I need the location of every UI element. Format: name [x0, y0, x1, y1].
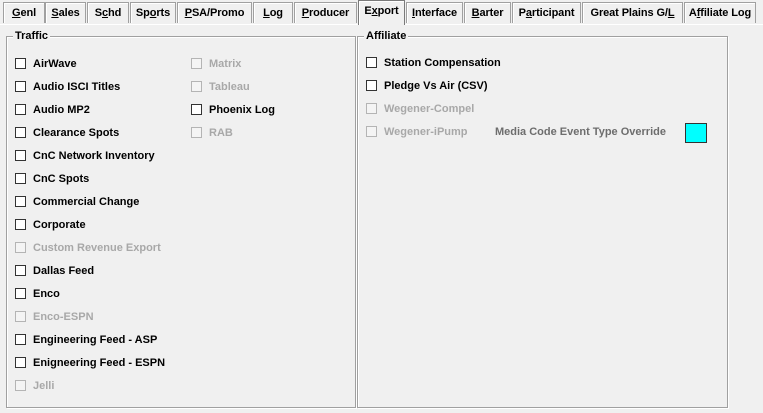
checkbox-label: Commercial Change	[33, 196, 140, 208]
checkbox-box[interactable]	[15, 219, 26, 230]
media-code-color-swatch[interactable]	[685, 123, 707, 143]
checkbox-box[interactable]	[15, 150, 26, 161]
checkbox-box	[366, 126, 377, 137]
checkbox-box	[191, 81, 202, 92]
checkbox-box[interactable]	[15, 127, 26, 138]
checkbox-box[interactable]	[366, 57, 377, 68]
checkbox-label: Wegener-Compel	[384, 103, 475, 115]
checkbox-label: Audio ISCI Titles	[33, 81, 121, 93]
checkbox-label: Enigneering Feed - ESPN	[33, 357, 166, 369]
tab-sports[interactable]: Sports	[130, 2, 176, 23]
media-code-label: Media Code Event Type Override	[495, 126, 666, 138]
tab-log[interactable]: Log	[253, 2, 293, 23]
checkbox-label: Corporate	[33, 219, 86, 231]
checkbox-label: Custom Revenue Export	[33, 242, 161, 254]
checkbox-box[interactable]	[15, 357, 26, 368]
checkbox-label: Enco-ESPN	[33, 311, 94, 323]
checkbox-box[interactable]	[191, 104, 202, 115]
checkbox-box[interactable]	[15, 334, 26, 345]
traffic-group: Traffic AirWave Audio ISCI Titles Audio MP…	[6, 29, 356, 408]
tab-interface[interactable]: Interface	[406, 2, 463, 23]
tab-greatplains[interactable]: Great Plains G/L	[582, 2, 683, 23]
checkbox-box	[191, 58, 202, 69]
tab-barter[interactable]: Barter	[464, 2, 511, 23]
checkbox-box	[366, 103, 377, 114]
checkbox-box[interactable]	[15, 288, 26, 299]
checkbox-box	[191, 127, 202, 138]
checkbox-label: RAB	[209, 127, 233, 139]
tab-producer[interactable]: Producer	[294, 2, 357, 23]
checkbox-box[interactable]	[15, 58, 26, 69]
tab-sales[interactable]: Sales	[45, 2, 86, 23]
checkbox-box	[15, 311, 26, 322]
affiliate-group: Affiliate Station Compensation Pledge Vs …	[357, 29, 728, 408]
checkbox-box[interactable]	[15, 81, 26, 92]
checkbox-label: Wegener-iPump	[384, 126, 468, 138]
tab-participant[interactable]: Participant	[512, 2, 581, 23]
checkbox-box[interactable]	[366, 80, 377, 91]
checkbox-label: CnC Network Inventory	[33, 150, 155, 162]
traffic-group-title: Traffic	[13, 29, 51, 43]
tab-affiliatelog[interactable]: Affiliate Log	[684, 2, 756, 23]
checkbox-label: Audio MP2	[33, 104, 90, 116]
checkbox-box[interactable]	[15, 173, 26, 184]
checkbox-label: Tableau	[209, 81, 250, 93]
checkbox-box	[15, 380, 26, 391]
tab-psa[interactable]: PSA/Promo	[177, 2, 252, 23]
checkbox-label: Engineering Feed - ASP	[33, 334, 158, 346]
tab-export[interactable]: Export	[358, 0, 405, 25]
checkbox-box	[15, 242, 26, 253]
checkbox-label: Jelli	[33, 380, 55, 392]
tab-strip: Genl Sales Schd Sports PSA/Promo Log Producer E…	[0, 0, 763, 25]
checkbox-label: Dallas Feed	[33, 265, 95, 277]
affiliate-group-title: Affiliate	[364, 29, 409, 43]
checkbox-label: Station Compensation	[384, 57, 501, 69]
checkbox-label: Enco	[33, 288, 60, 300]
checkbox-box[interactable]	[15, 265, 26, 276]
checkbox-label: Clearance Spots	[33, 127, 120, 139]
checkbox-label: Pledge Vs Air (CSV)	[384, 80, 488, 92]
tab-schd[interactable]: Schd	[87, 2, 129, 23]
tab-genl[interactable]: Genl	[3, 2, 45, 23]
checkbox-box[interactable]	[15, 196, 26, 207]
checkbox-box[interactable]	[15, 104, 26, 115]
checkbox-label: Matrix	[209, 58, 242, 70]
checkbox-label: Phoenix Log	[209, 104, 275, 116]
checkbox-label: AirWave	[33, 58, 77, 70]
checkbox-label: CnC Spots	[33, 173, 90, 185]
